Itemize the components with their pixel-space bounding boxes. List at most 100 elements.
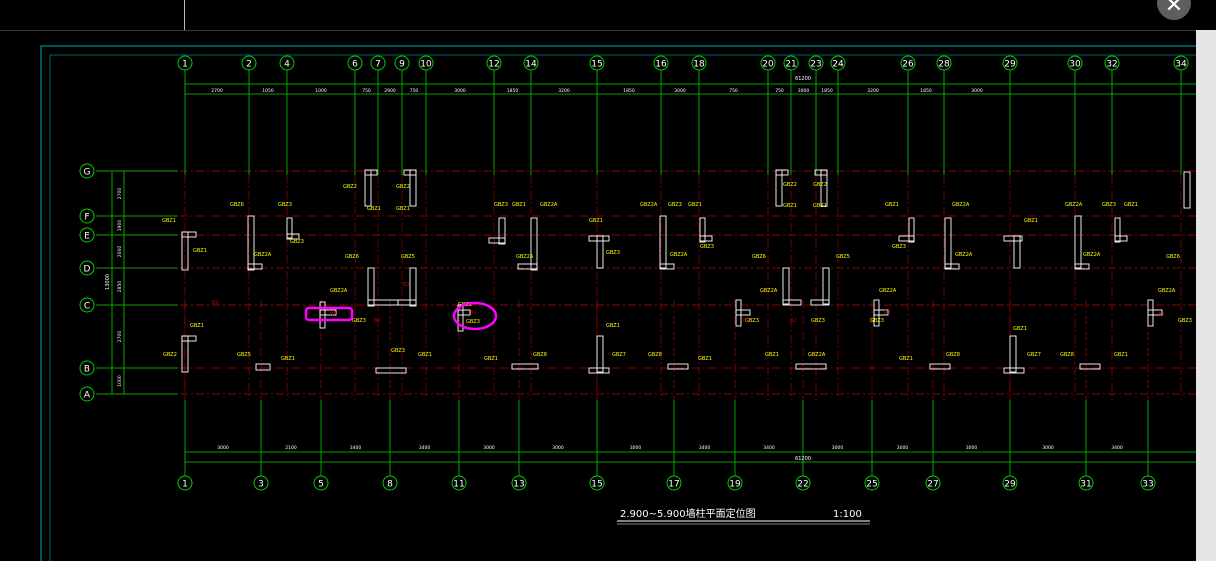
- wall-label: GBZ2A: [516, 254, 534, 260]
- top-dim-text: 3000: [798, 88, 810, 94]
- wall-label: GBZ1: [589, 218, 603, 224]
- top-axis-label: 14: [525, 60, 537, 70]
- top-axis-label: 28: [938, 60, 950, 70]
- wall-segment: [181, 231, 197, 238]
- top-axis-label: 29: [1004, 60, 1016, 70]
- wall-label: GBZ1: [1114, 352, 1128, 358]
- red-marker-label: B2: [743, 318, 750, 324]
- red-marker-label: B2: [403, 282, 410, 288]
- wall-segment: [530, 217, 538, 271]
- wall-segment: [375, 367, 407, 374]
- red-marker-label: B2: [790, 318, 797, 324]
- top-dim-text: 3000: [674, 88, 686, 94]
- bottom-axis-label: 11: [453, 480, 464, 490]
- wall-label: GBZ1: [484, 356, 498, 362]
- wall-label: GBZ1: [396, 206, 410, 212]
- top-dim-text: 1850: [920, 88, 932, 94]
- wall-label: GBZ2: [813, 182, 827, 188]
- left-total-dim: 13000: [105, 274, 111, 290]
- wall-label: GBZ2A: [952, 202, 970, 208]
- wall-segment: [898, 235, 915, 242]
- top-dim-text: 750: [775, 88, 784, 94]
- row-axis-label: D: [84, 265, 91, 275]
- wall-segment: [1183, 171, 1191, 209]
- wall-label: GBZ2A: [808, 352, 826, 358]
- top-axis-label: 26: [902, 60, 914, 70]
- wall-segment: [822, 267, 830, 305]
- red-marker-label: B2: [212, 300, 219, 306]
- wall-segment: [908, 217, 915, 243]
- wall-labels: GBZ1 GBZ1 GBZ1 GBZ2 GBZ6 GBZ2A GBZ5 GBZ1 GBZ3 GBZ…: [162, 182, 1192, 362]
- wall-label: GBZ1: [698, 356, 712, 362]
- wall-label: GBZ2: [783, 182, 797, 188]
- bottom-axis-label: 22: [797, 480, 808, 490]
- top-axis-label: 15: [591, 60, 602, 70]
- wall-segment: [498, 217, 506, 245]
- top-total-dim: 61200: [795, 76, 811, 82]
- wall-label: GBZ1: [783, 203, 797, 209]
- wall-label: GBZ6: [752, 254, 766, 260]
- top-axis-label: 24: [832, 60, 844, 70]
- wall-segment: [181, 335, 197, 342]
- top-dim-text: 3000: [971, 88, 983, 94]
- wall-segment: [1114, 217, 1121, 243]
- bottom-axis-label: 3: [258, 480, 264, 490]
- wall-segment: [1114, 235, 1128, 242]
- wall-segment: [735, 309, 751, 316]
- wall-label: GBZ1: [1013, 326, 1027, 332]
- wall-label: GBZ2: [343, 184, 357, 190]
- wall-segment: [1003, 235, 1023, 242]
- top-axis-label: 18: [693, 60, 705, 70]
- top-axis-label: 12: [488, 60, 499, 70]
- left-dim-text: 1900: [117, 220, 123, 232]
- wall-label: GBZ3: [1102, 202, 1116, 208]
- top-axis-label: 23: [810, 60, 821, 70]
- bottom-axis-label: 15: [591, 480, 602, 490]
- bottom-dim-text: 2100: [285, 445, 297, 451]
- grid-lines: [96, 70, 1196, 476]
- wall-label: GBZ3: [668, 202, 682, 208]
- wall-label: GBZ3: [870, 318, 884, 324]
- wall-label: GBZ1: [190, 323, 204, 329]
- top-dim-text: 2700: [211, 88, 223, 94]
- wall-label: GBZ1: [512, 202, 526, 208]
- wall-label: GBZ3: [391, 348, 405, 354]
- wall-label: GBZ2: [163, 352, 177, 358]
- row-axis-label: E: [84, 232, 90, 242]
- wall-label: GBZ2A: [330, 288, 348, 294]
- wall-segment: [367, 299, 399, 306]
- top-axis-label: 34: [1175, 60, 1187, 70]
- wall-segment: [1147, 299, 1154, 327]
- wall-label: GBZ1: [606, 323, 620, 329]
- highlight-ellipse: [452, 301, 498, 331]
- wall-label: GBZ3: [278, 202, 292, 208]
- top-dim-text: 750: [729, 88, 738, 94]
- red-marker-label: B2: [330, 312, 337, 318]
- bottom-dim-text: 3000: [552, 445, 564, 451]
- top-dim-text: 3200: [558, 88, 570, 94]
- bottom-axis-label: 19: [729, 480, 741, 490]
- close-icon: ✕: [1164, 0, 1184, 18]
- wall-label: GBZ2A: [760, 288, 778, 294]
- top-axis-label: 1: [182, 60, 188, 70]
- top-dim-text: 1050: [262, 88, 274, 94]
- bottom-axis-label: 5: [318, 480, 324, 490]
- wall-segment: [782, 267, 790, 305]
- cad-drawing-viewer: 2700 1050 1000 750 2900 750 3000 1850 3200 1850 30…: [0, 0, 1216, 561]
- bottom-axis-label: 13: [513, 480, 524, 490]
- top-axis-label: 30: [1069, 60, 1081, 70]
- top-axis-label: 16: [655, 60, 667, 70]
- wall-label: GBZ1: [765, 352, 779, 358]
- wall-label: GBZ2: [396, 184, 410, 190]
- wall-label: GBZ2A: [879, 288, 897, 294]
- top-axis-label: 6: [352, 60, 358, 70]
- bottom-axis-label: 29: [1004, 480, 1016, 490]
- top-axis-label: 9: [399, 60, 405, 70]
- bottom-axis-label: 1: [182, 480, 188, 490]
- left-dim-text: 2700: [117, 188, 123, 200]
- bottom-dim-text: 3000: [1042, 445, 1054, 451]
- red-marker-label: B2: [374, 318, 381, 324]
- wall-label: GBZ8: [533, 352, 547, 358]
- wall-label: GBZ6: [345, 254, 359, 260]
- wall-label: GBZ2A: [254, 252, 272, 258]
